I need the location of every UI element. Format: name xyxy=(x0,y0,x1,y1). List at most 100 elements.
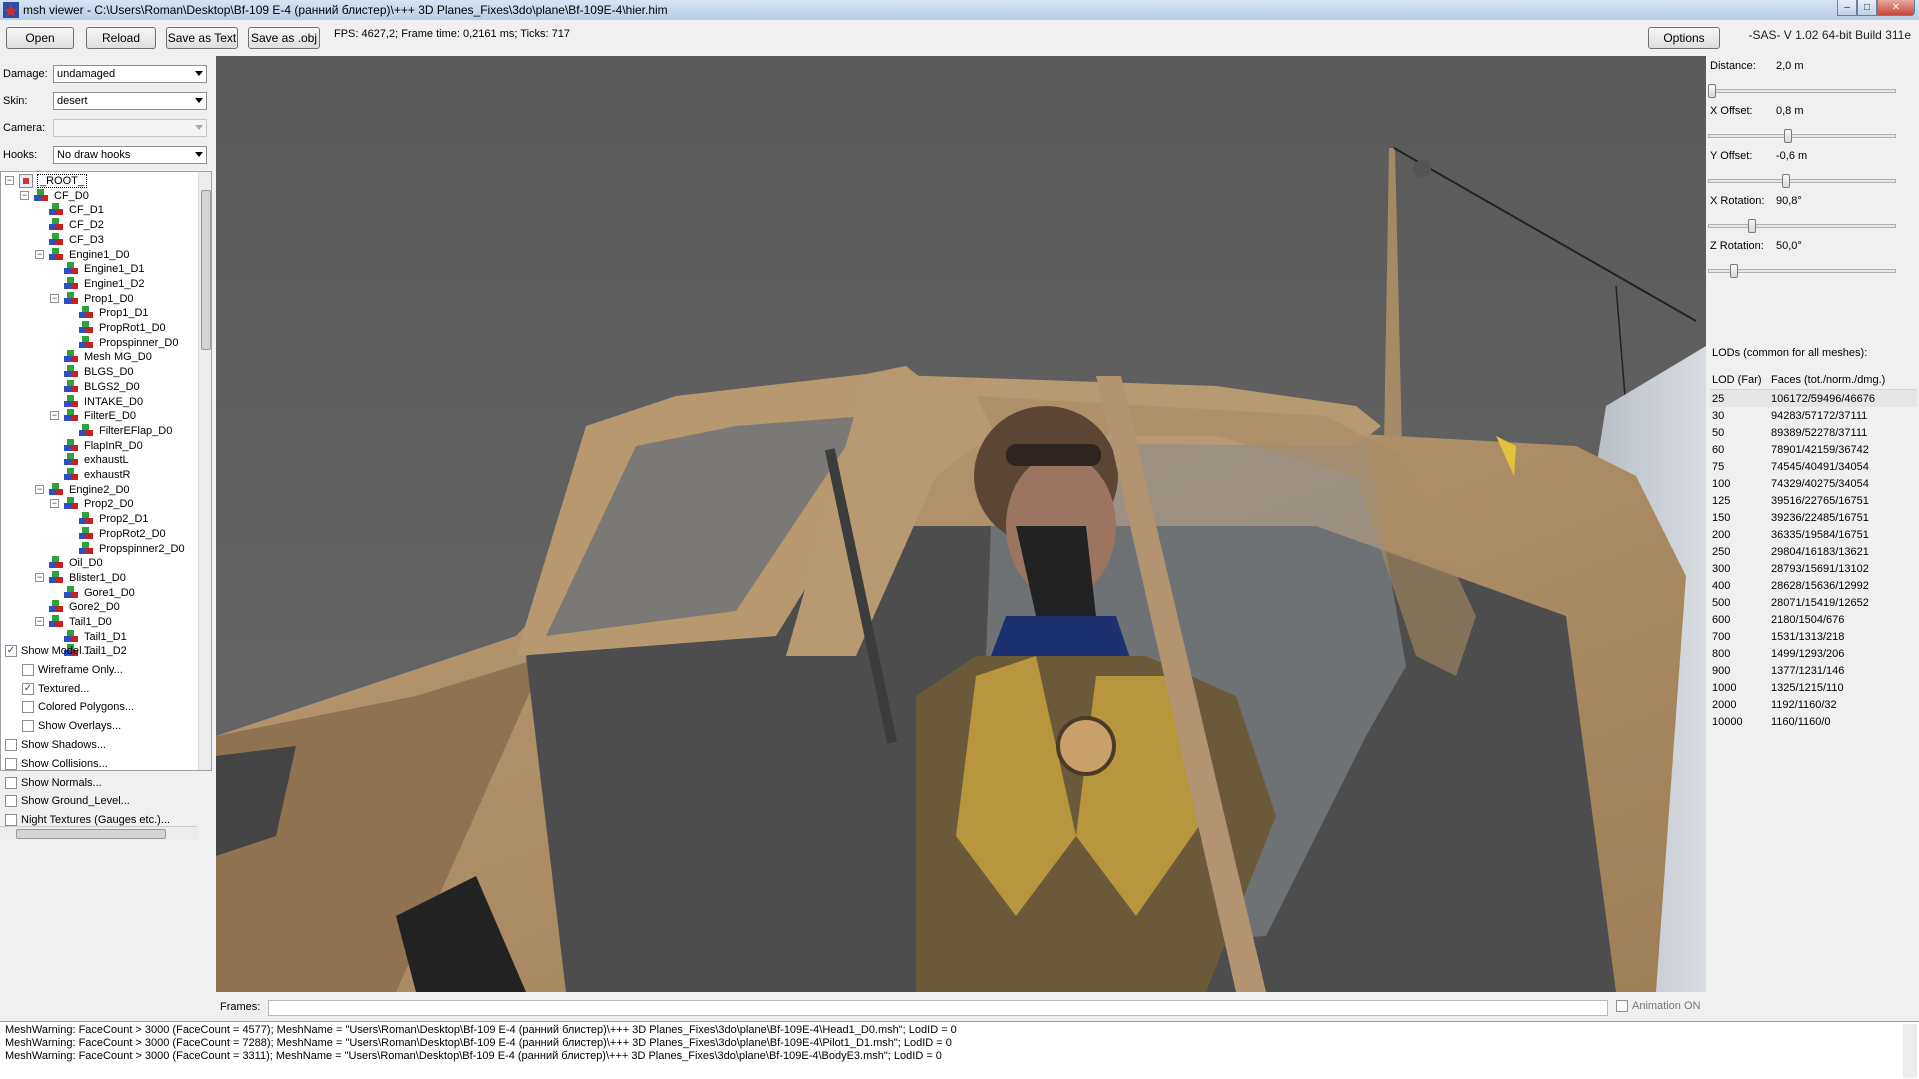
mesh-node-icon xyxy=(64,291,80,306)
damage-select[interactable]: undamaged xyxy=(53,65,207,83)
slider-track[interactable] xyxy=(1708,134,1896,138)
lod-row[interactable]: 700 1531/1313/218 xyxy=(1710,628,1917,645)
collapse-toggle-icon[interactable]: − xyxy=(50,499,59,509)
lod-row[interactable]: 10000 1160/1160/0 xyxy=(1710,713,1917,730)
lod-row[interactable]: 200 36335/19584/16751 xyxy=(1710,526,1917,543)
scroll-thumb[interactable] xyxy=(16,829,166,839)
tree-node-label: Prop1_D0 xyxy=(84,292,134,305)
checkbox[interactable]: ✓ xyxy=(5,645,17,657)
col-lod-header[interactable]: LOD (Far) xyxy=(1710,374,1771,386)
lod-row[interactable]: 900 1377/1231/146 xyxy=(1710,662,1917,679)
log-scrollbar[interactable] xyxy=(1903,1024,1917,1078)
lod-row[interactable]: 30 94283/57172/37111 xyxy=(1710,407,1917,424)
option-colored-polygons[interactable]: Colored Polygons... xyxy=(22,698,134,716)
tree-vertical-scrollbar[interactable] xyxy=(198,172,211,770)
collapse-toggle-icon[interactable]: − xyxy=(20,190,29,200)
lod-row[interactable]: 2000 1192/1160/32 xyxy=(1710,696,1917,713)
minimize-button[interactable]: – xyxy=(1837,0,1857,16)
option-night-textures-gauges-etc[interactable]: Night Textures (Gauges etc.)... xyxy=(5,811,170,829)
camera-select[interactable] xyxy=(53,119,207,137)
checkbox[interactable] xyxy=(22,701,34,714)
checkbox[interactable]: ✓ xyxy=(22,682,34,695)
collapse-toggle-icon[interactable]: − xyxy=(50,411,59,421)
lod-row[interactable]: 25 106172/59496/46676 xyxy=(1710,390,1917,407)
slider-thumb[interactable] xyxy=(1708,84,1716,98)
slider-track[interactable] xyxy=(1708,179,1896,183)
3d-viewport[interactable] xyxy=(216,56,1706,992)
slider-track[interactable] xyxy=(1708,224,1896,228)
open-button[interactable]: Open xyxy=(6,27,74,49)
lod-faces: 39516/22765/16751 xyxy=(1771,494,1869,507)
slider-thumb[interactable] xyxy=(1747,219,1756,233)
checkbox[interactable] xyxy=(5,795,17,808)
collapse-toggle-icon[interactable]: − xyxy=(35,572,44,582)
option-show-model[interactable]: ✓ Show Model... xyxy=(5,642,91,660)
lod-row[interactable]: 75 74545/40491/34054 xyxy=(1710,458,1917,475)
mesh-node-icon xyxy=(49,482,65,497)
lod-row[interactable]: 800 1499/1293/206 xyxy=(1710,645,1917,662)
lod-faces: 1499/1293/206 xyxy=(1771,647,1845,660)
lods-header: LOD (Far) Faces (tot./norm./dmg.) xyxy=(1710,370,1917,390)
mesh-node-icon xyxy=(49,615,65,629)
option-textured[interactable]: ✓ Textured... xyxy=(22,680,89,698)
save-as-obj-button[interactable]: Save as .obj xyxy=(248,27,320,49)
lod-row[interactable]: 250 29804/16183/13621 xyxy=(1710,543,1917,560)
cockpit-render xyxy=(216,56,1706,992)
control-value: 2,0 m xyxy=(1776,60,1804,72)
lod-faces: 89389/52278/37111 xyxy=(1771,426,1868,439)
collapse-toggle-icon[interactable]: − xyxy=(5,176,14,185)
checkbox[interactable] xyxy=(5,757,17,770)
collapse-toggle-icon[interactable]: − xyxy=(50,293,59,303)
lod-row[interactable]: 50 89389/52278/37111 xyxy=(1710,424,1917,441)
checkbox[interactable] xyxy=(5,814,17,827)
slider-thumb[interactable] xyxy=(1783,129,1792,143)
option-show-shadows[interactable]: Show Shadows... xyxy=(5,736,106,754)
lod-row[interactable]: 1000 1325/1215/110 xyxy=(1710,679,1917,696)
option-show-overlays[interactable]: Show Overlays... xyxy=(22,717,121,735)
scroll-thumb[interactable] xyxy=(201,190,211,350)
option-show-normals[interactable]: Show Normals... xyxy=(5,774,102,792)
checkbox[interactable] xyxy=(22,663,34,676)
lod-row[interactable]: 150 39236/22485/16751 xyxy=(1710,509,1917,526)
lod-row[interactable]: 300 28793/15691/13102 xyxy=(1710,560,1917,577)
lod-row[interactable]: 60 78901/42159/36742 xyxy=(1710,441,1917,458)
slider-track[interactable] xyxy=(1708,89,1896,93)
maximize-button[interactable]: □ xyxy=(1857,0,1877,16)
tree-node-label: BLGS_D0 xyxy=(84,366,134,379)
lod-row[interactable]: 400 28628/15636/12992 xyxy=(1710,577,1917,594)
hooks-select[interactable]: No draw hooks xyxy=(53,146,207,164)
options-button[interactable]: Options xyxy=(1648,27,1720,49)
mesh-node-icon xyxy=(34,188,50,203)
lod-row[interactable]: 500 28071/15419/12652 xyxy=(1710,594,1917,611)
animation-toggle[interactable]: Animation ON xyxy=(1616,1000,1700,1012)
slider-thumb[interactable] xyxy=(1781,174,1790,188)
slider-thumb[interactable] xyxy=(1729,264,1738,278)
animation-checkbox[interactable] xyxy=(1616,1000,1628,1012)
col-faces-header[interactable]: Faces (tot./norm./dmg.) xyxy=(1771,374,1911,386)
tree-node-label: FilterEFlap_D0 xyxy=(99,424,173,437)
frames-slider[interactable] xyxy=(268,1000,1608,1016)
lod-faces: 29804/16183/13621 xyxy=(1771,545,1869,558)
skin-select[interactable]: desert xyxy=(53,92,207,110)
collapse-toggle-icon[interactable]: − xyxy=(35,617,44,626)
option-wireframe-only[interactable]: Wireframe Only... xyxy=(22,661,123,679)
frames-label: Frames: xyxy=(220,1001,261,1013)
tree-node-label: Prop2_D0 xyxy=(84,498,134,511)
tree-node-label: Engine2_D0 xyxy=(69,483,130,496)
lod-row[interactable]: 600 2180/1504/676 xyxy=(1710,611,1917,628)
collapse-toggle-icon[interactable]: − xyxy=(35,249,44,259)
save-as-text-button[interactable]: Save as Text xyxy=(166,27,238,49)
checkbox[interactable] xyxy=(5,776,17,789)
lod-row[interactable]: 125 39516/22765/16751 xyxy=(1710,492,1917,509)
lod-row[interactable]: 100 74329/40275/34054 xyxy=(1710,475,1917,492)
checkbox-label: Colored Polygons... xyxy=(38,701,134,714)
reload-button[interactable]: Reload xyxy=(86,27,156,49)
lod-faces: 1160/1160/0 xyxy=(1771,715,1831,728)
close-button[interactable]: ✕ xyxy=(1877,0,1915,16)
option-show-collisions[interactable]: Show Collisions... xyxy=(5,755,108,773)
checkbox[interactable] xyxy=(5,739,17,751)
checkbox-label: Textured... xyxy=(38,682,90,695)
checkbox[interactable] xyxy=(22,720,34,733)
option-show-ground-level[interactable]: Show Ground_Level... xyxy=(5,792,130,810)
collapse-toggle-icon[interactable]: − xyxy=(35,484,44,494)
